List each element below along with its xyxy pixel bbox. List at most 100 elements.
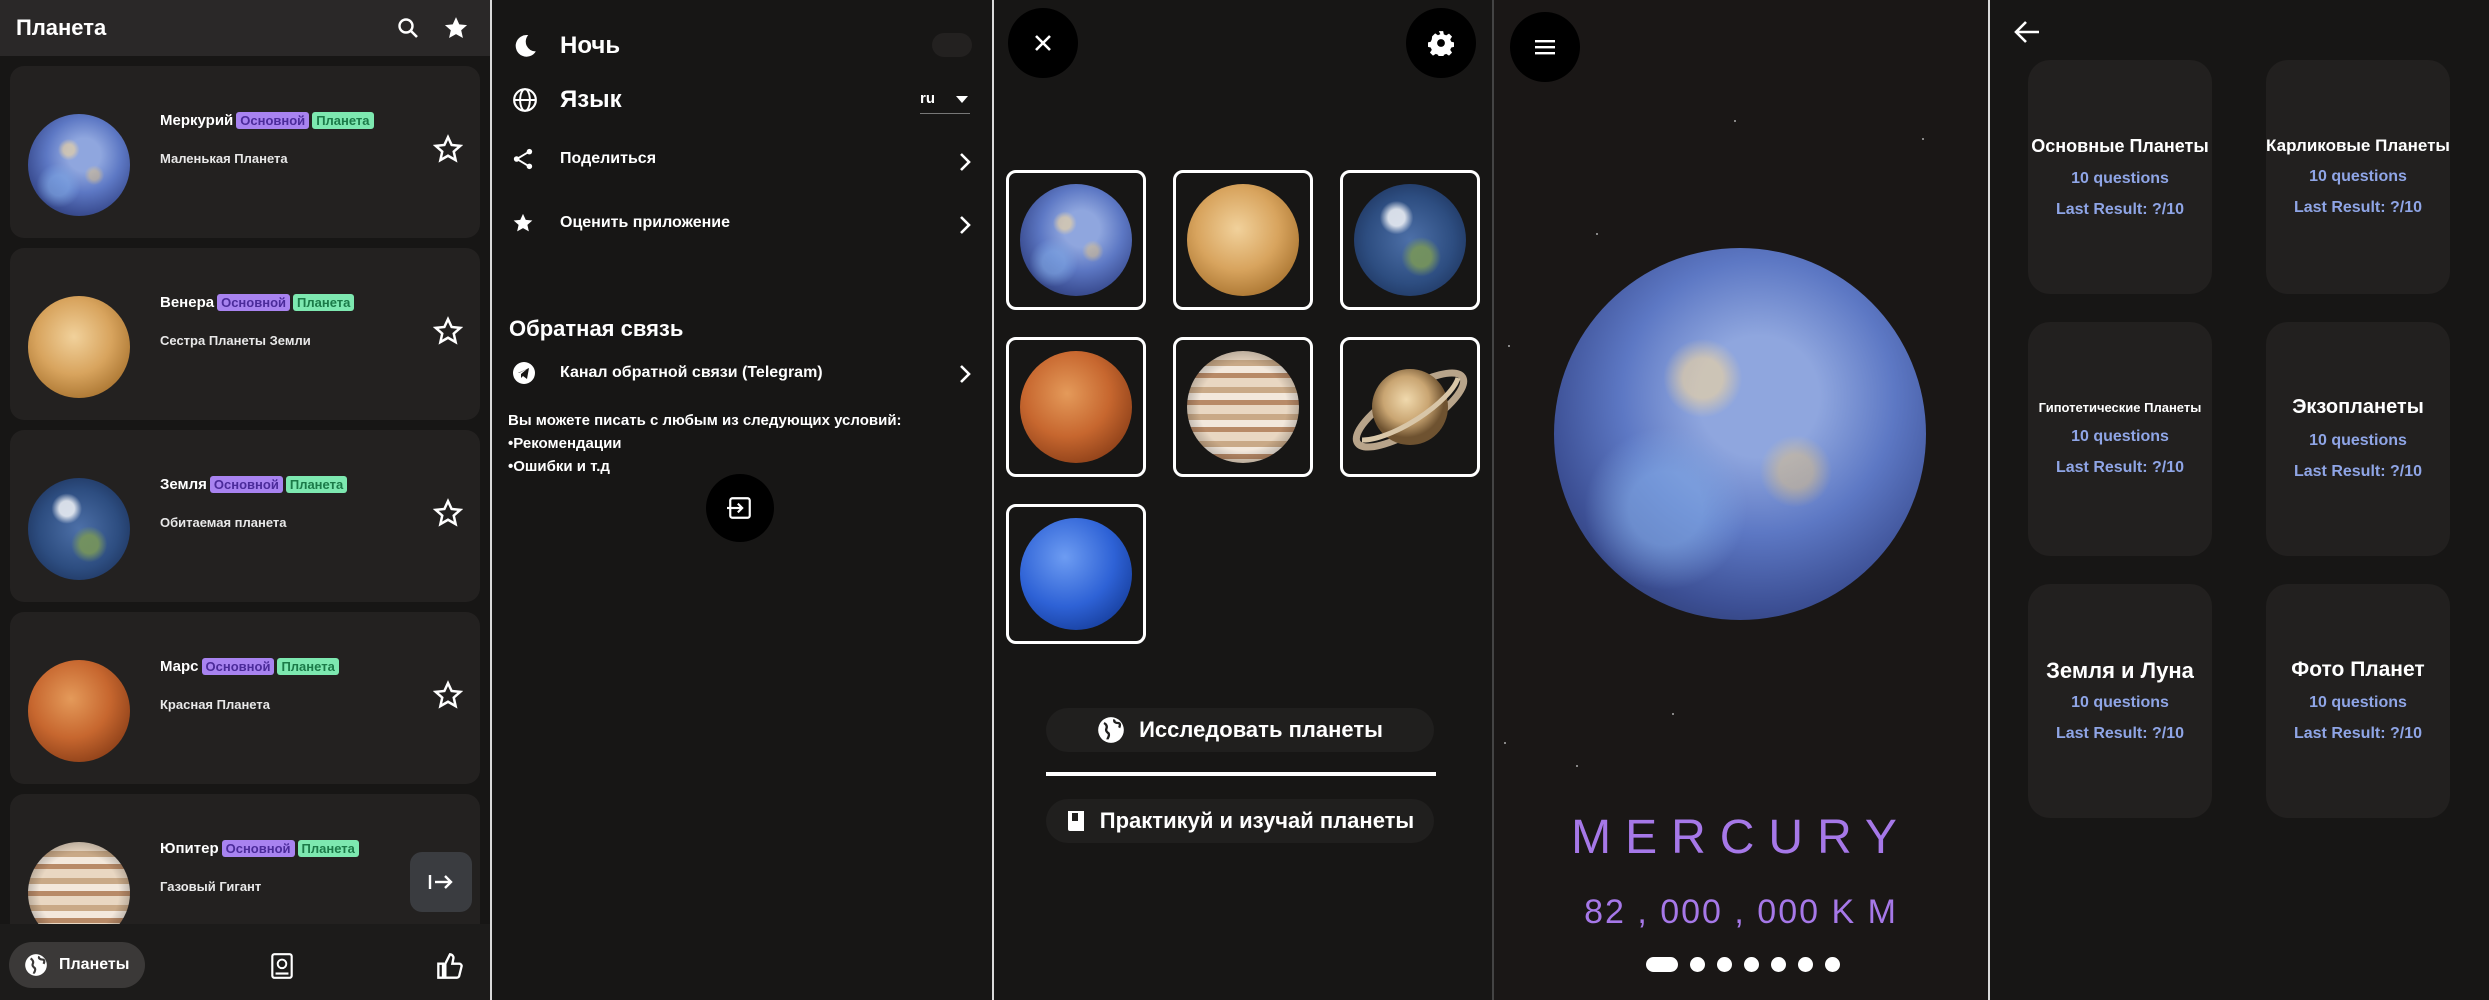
badge-planet: Планета (277, 658, 339, 675)
star-outline-icon[interactable] (430, 677, 466, 713)
nav-planets[interactable]: Планеты (9, 942, 145, 988)
planet-card-venus[interactable]: Венера Основной Планета Сестра Планеты З… (10, 248, 480, 420)
quiz-card-dwarf-planets[interactable]: Карликовые Планеты 10 questions Last Res… (2266, 60, 2450, 294)
quiz-questions: 10 questions (2309, 694, 2407, 711)
feedback-item: •Рекомендации (508, 435, 622, 452)
share-row[interactable]: Поделиться (512, 148, 972, 170)
planet-list-screen: Планета Меркурий Основной Планета Малень… (0, 0, 490, 1000)
page-dot[interactable] (1690, 957, 1705, 972)
venus-image (1187, 184, 1299, 296)
planet-name: Меркурий (160, 112, 234, 129)
quiz-title: Гипотетические Планеты (2038, 400, 2202, 415)
explore-underline (1046, 772, 1436, 776)
grid-tile-mars[interactable] (1006, 337, 1146, 477)
page-dot[interactable] (1771, 957, 1786, 972)
search-icon[interactable] (390, 10, 426, 46)
book-icon (1067, 811, 1084, 831)
night-mode-row[interactable]: Ночь (512, 32, 972, 60)
settings-screen: Ночь Язык ru Поделиться Оценить приложен… (492, 0, 992, 1000)
planet-card-earth[interactable]: Земля Основной Планета Обитаемая планета (10, 430, 480, 602)
explore-label: Исследовать планеты (1139, 717, 1383, 742)
favorites-star-icon[interactable] (438, 10, 474, 46)
planet-card-mercury[interactable]: Меркурий Основной Планета Маленькая План… (10, 66, 480, 238)
chevron-right-icon (960, 216, 971, 234)
night-toggle[interactable] (932, 33, 972, 57)
planet-description: Красная Планета (160, 697, 270, 712)
page-dot[interactable] (1717, 957, 1732, 972)
planet-distance: 82 , 000 , 000 K M (1584, 893, 1898, 931)
dropdown-icon (956, 96, 968, 103)
globe-icon (513, 88, 537, 112)
grid-tile-earth[interactable] (1340, 170, 1480, 310)
quiz-card-earth-moon[interactable]: Земля и Луна 10 questions Last Result: ?… (2028, 584, 2212, 818)
star-outline-icon[interactable] (430, 495, 466, 531)
explore-planets-button[interactable]: Исследовать планеты (1046, 708, 1434, 752)
grid-tile-mercury[interactable] (1006, 170, 1146, 310)
close-button[interactable] (1008, 8, 1078, 78)
quiz-card-planet-photos[interactable]: Фото Планет 10 questions Last Result: ?/… (2266, 584, 2450, 818)
telegram-row[interactable]: Канал обратной связи (Telegram) (512, 361, 972, 385)
quiz-title: Карликовые Планеты (2266, 136, 2450, 155)
rate-row[interactable]: Оценить приложение (512, 212, 972, 234)
star-dot (1508, 345, 1510, 347)
planet-card-mars[interactable]: Марс Основной Планета Красная Планета (10, 612, 480, 784)
venus-image (28, 296, 130, 398)
badge-planet: Планета (297, 840, 359, 857)
quiz-card-main-planets[interactable]: Основные Планеты 10 questions Last Resul… (2028, 60, 2212, 294)
night-label: Ночь (560, 32, 621, 59)
page-dot-active[interactable] (1646, 957, 1678, 972)
share-label: Поделиться (560, 150, 657, 167)
feedback-intro: Вы можете писать с любым из следующих ус… (508, 412, 902, 429)
star-dot (1576, 765, 1578, 767)
saturn-image (1352, 369, 1468, 451)
thumbs-up-icon[interactable] (434, 950, 466, 982)
back-arrow-icon[interactable] (2014, 20, 2040, 44)
close-icon (1035, 35, 1051, 51)
quiz-title: Основные Планеты (2031, 136, 2209, 156)
settings-button[interactable] (1406, 8, 1476, 78)
grid-tile-venus[interactable] (1173, 170, 1313, 310)
menu-button[interactable] (1510, 12, 1580, 82)
star-dot (1922, 138, 1924, 140)
menu-icon (1535, 40, 1555, 55)
badge-main: Основной (236, 112, 310, 129)
moon-icon (515, 35, 536, 57)
mercury-image (1020, 184, 1132, 296)
star-dot (1672, 713, 1674, 715)
planet-description: Маленькая Планета (160, 151, 288, 166)
badge-main: Основной (201, 658, 275, 675)
badge-main: Основной (209, 476, 283, 493)
practice-planets-button[interactable]: Практикуй и изучай планеты (1046, 799, 1434, 843)
language-label: Язык (560, 86, 622, 113)
jupiter-image (1187, 351, 1299, 463)
badge-planet: Планета (293, 294, 355, 311)
star-outline-icon[interactable] (430, 131, 466, 167)
quiz-card-hypothetical-planets[interactable]: Гипотетические Планеты 10 questions Last… (2028, 322, 2212, 556)
grid-tile-saturn[interactable] (1340, 337, 1480, 477)
quiz-result: Last Result: ?/10 (2293, 463, 2423, 480)
quiz-result: Last Result: ?/10 (2055, 201, 2185, 218)
quiz-result: Last Result: ?/10 (2293, 199, 2423, 216)
badge-main: Основной (217, 294, 291, 311)
logout-icon (727, 497, 751, 519)
planet-description: Сестра Планеты Земли (160, 333, 311, 348)
quiz-questions: 10 questions (2071, 428, 2169, 445)
book-icon[interactable] (266, 950, 298, 982)
planet-name: Земля (160, 476, 207, 493)
page-dot[interactable] (1798, 957, 1813, 972)
page-dot[interactable] (1744, 957, 1759, 972)
quiz-card-exoplanets[interactable]: Экзопланеты 10 questions Last Result: ?/… (2266, 322, 2450, 556)
grid-tile-neptune[interactable] (1006, 504, 1146, 644)
logout-fab[interactable] (410, 852, 472, 912)
planet-name: Венера (160, 294, 215, 311)
logout-button[interactable] (706, 474, 774, 542)
page-dot[interactable] (1825, 957, 1840, 972)
quiz-title: Фото Планет (2291, 658, 2425, 681)
neptune-image (1020, 518, 1132, 630)
page-title: Планета (16, 15, 107, 40)
star-outline-icon[interactable] (430, 313, 466, 349)
logout-icon (428, 875, 453, 889)
badge-planet: Планета (312, 112, 374, 129)
language-select[interactable]: ru (920, 90, 970, 114)
grid-tile-jupiter[interactable] (1173, 337, 1313, 477)
